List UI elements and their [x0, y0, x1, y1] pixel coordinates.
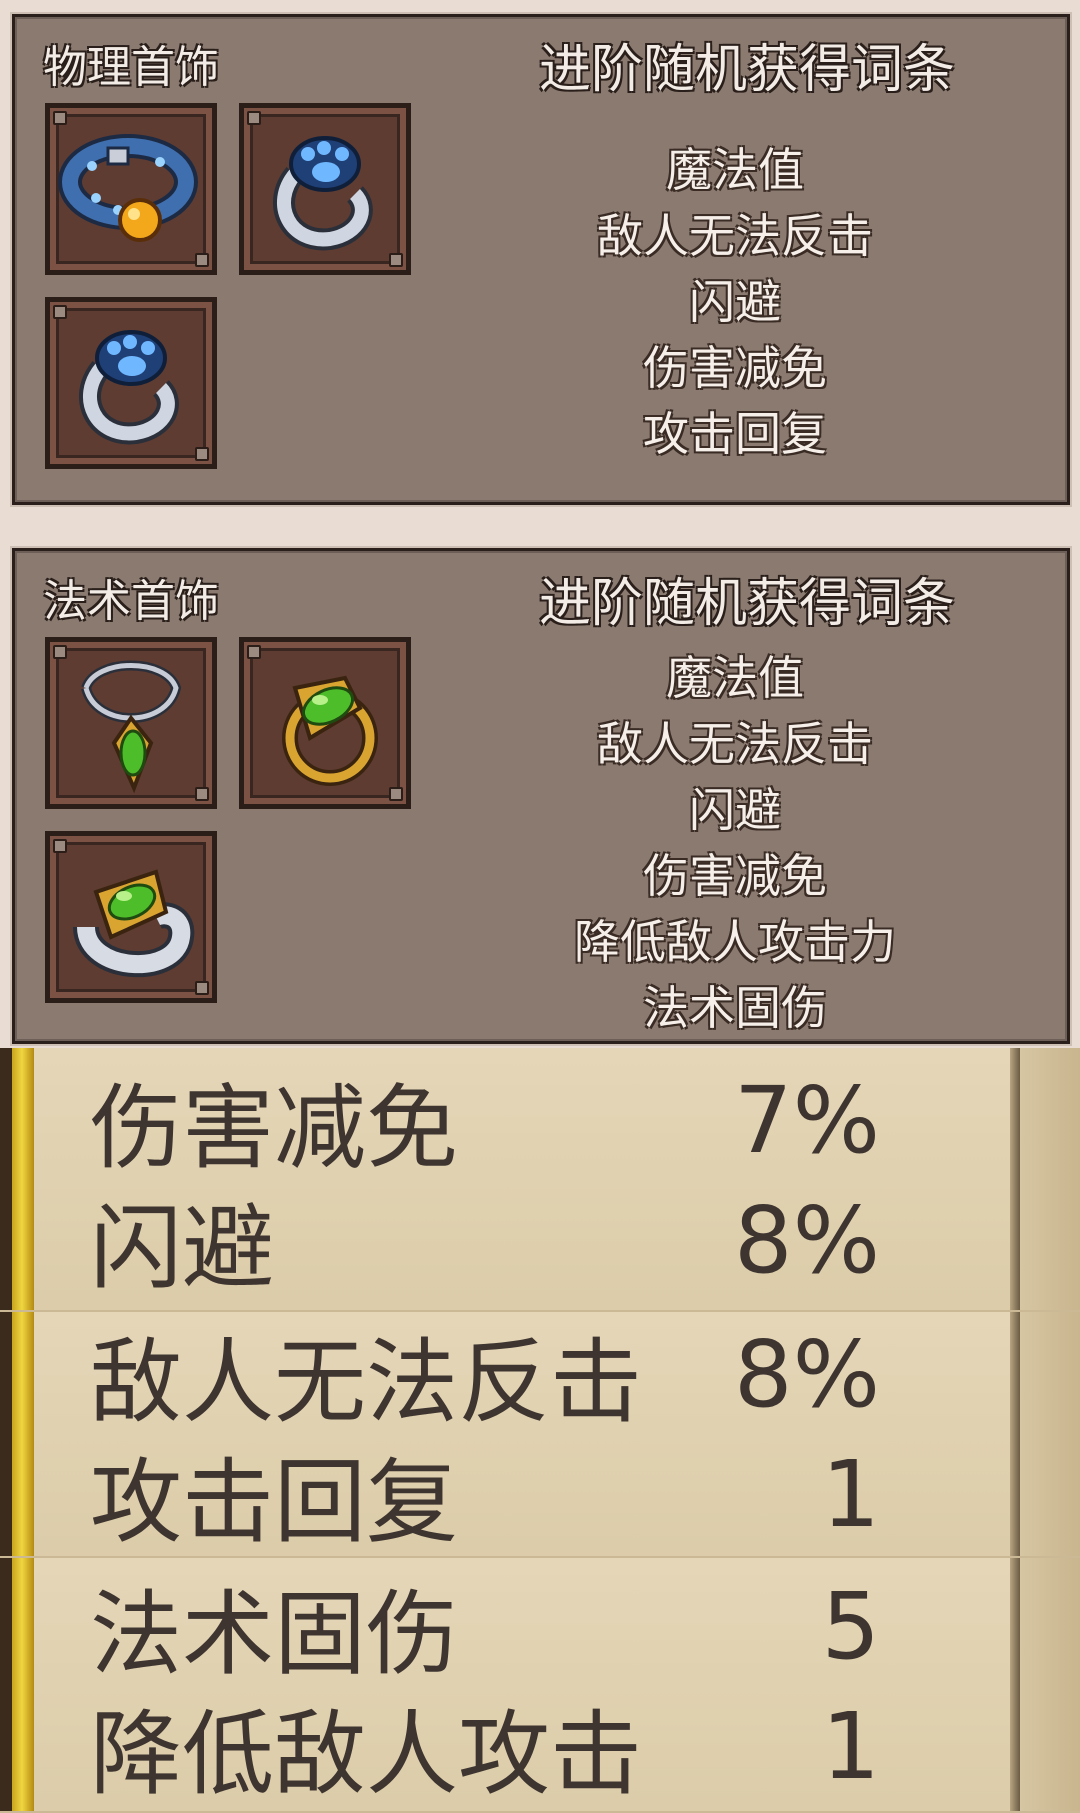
paw-ring-icon: [79, 330, 179, 445]
stat-value: 8%: [734, 1186, 880, 1294]
magic-accessory-panel: 法术首饰 进阶随机获得词条 魔法值 敌人无法反击 闪避 伤害减免 降低敌人攻击力…: [12, 548, 1070, 1044]
fish-necklace-icon: [81, 660, 182, 794]
stat-value: 1: [821, 1692, 880, 1800]
affix-item: 敌人无法反击: [597, 209, 873, 263]
item-slot-fish-ring[interactable]: [239, 637, 411, 809]
affix-item: 法术固伤: [643, 981, 827, 1035]
affix-item: 敌人无法反击: [597, 717, 873, 771]
fish-ring-icon: [73, 869, 195, 978]
gold-trim: [0, 1312, 34, 1556]
affix-list: 魔法值 敌人无法反击 闪避 伤害减免 降低敌人攻击力 法术固伤: [535, 555, 935, 1041]
panel-subtitle: 进阶随机获得词条: [538, 40, 955, 100]
affix-item: 攻击回复: [643, 407, 827, 461]
frame-edge: [1020, 1048, 1080, 1310]
frame-edge: [1010, 1558, 1020, 1811]
affix-item: 闪避: [689, 275, 781, 329]
item-slot-fish-ring-2[interactable]: [45, 831, 217, 1003]
gold-trim: [0, 1048, 34, 1310]
stat-label: 闪避: [90, 1194, 275, 1302]
stat-row: 敌人无法反击 8%: [90, 1314, 880, 1436]
stat-row: 闪避 8%: [90, 1180, 880, 1302]
affix-item: 魔法值: [666, 143, 804, 197]
affix-item: 伤害减免: [643, 849, 827, 903]
frame-edge: [1020, 1312, 1080, 1556]
affix-item: 降低敌人攻击力: [574, 915, 896, 969]
stat-block: 法术固伤 5 降低敌人攻击 1: [0, 1558, 1080, 1813]
panel-title: 物理首饰: [43, 42, 219, 93]
stat-block: 敌人无法反击 8% 攻击回复 1: [0, 1312, 1080, 1558]
paw-ring-icon: [273, 136, 373, 251]
stat-block: 伤害减免 7% 闪避 8%: [0, 1048, 1080, 1312]
stat-value: 5: [821, 1572, 880, 1680]
frame-edge: [1010, 1312, 1020, 1556]
stat-row: 法术固伤 5: [90, 1566, 880, 1688]
stat-row: 攻击回复 1: [90, 1434, 880, 1556]
affix-item: 伤害减免: [643, 341, 827, 395]
stat-value: 8%: [734, 1320, 880, 1428]
physical-accessory-panel: 物理首饰 进阶随机获得词条 魔法值 敌人无法反击 闪避 伤害减免 攻击回复: [12, 14, 1070, 505]
stat-label: 攻击回复: [90, 1448, 459, 1556]
stat-value: 7%: [734, 1066, 880, 1174]
stat-row: 降低敌人攻击 1: [90, 1686, 880, 1808]
affix-item: 魔法值: [666, 651, 804, 705]
collar-bell-icon: [58, 134, 198, 242]
fish-ring-icon: [282, 675, 378, 786]
item-slot-collar[interactable]: [45, 103, 217, 275]
panel-title: 法术首饰: [43, 576, 219, 627]
item-slot-paw-ring[interactable]: [239, 103, 411, 275]
affix-list: 魔法值 敌人无法反击 闪避 伤害减免 攻击回复: [535, 137, 935, 467]
stat-row: 伤害减免 7%: [90, 1060, 880, 1182]
item-slot-fish-necklace[interactable]: [45, 637, 217, 809]
item-slot-paw-ring-2[interactable]: [45, 297, 217, 469]
stat-label: 伤害减免: [90, 1074, 459, 1182]
frame-edge: [1020, 1558, 1080, 1811]
affix-item: 闪避: [689, 783, 781, 837]
frame-edge: [1010, 1048, 1020, 1310]
stat-label: 敌人无法反击: [90, 1328, 643, 1436]
gold-trim: [0, 1558, 34, 1811]
stat-value: 1: [821, 1440, 880, 1548]
stat-label: 法术固伤: [90, 1580, 459, 1688]
stat-label: 降低敌人攻击: [90, 1700, 643, 1808]
